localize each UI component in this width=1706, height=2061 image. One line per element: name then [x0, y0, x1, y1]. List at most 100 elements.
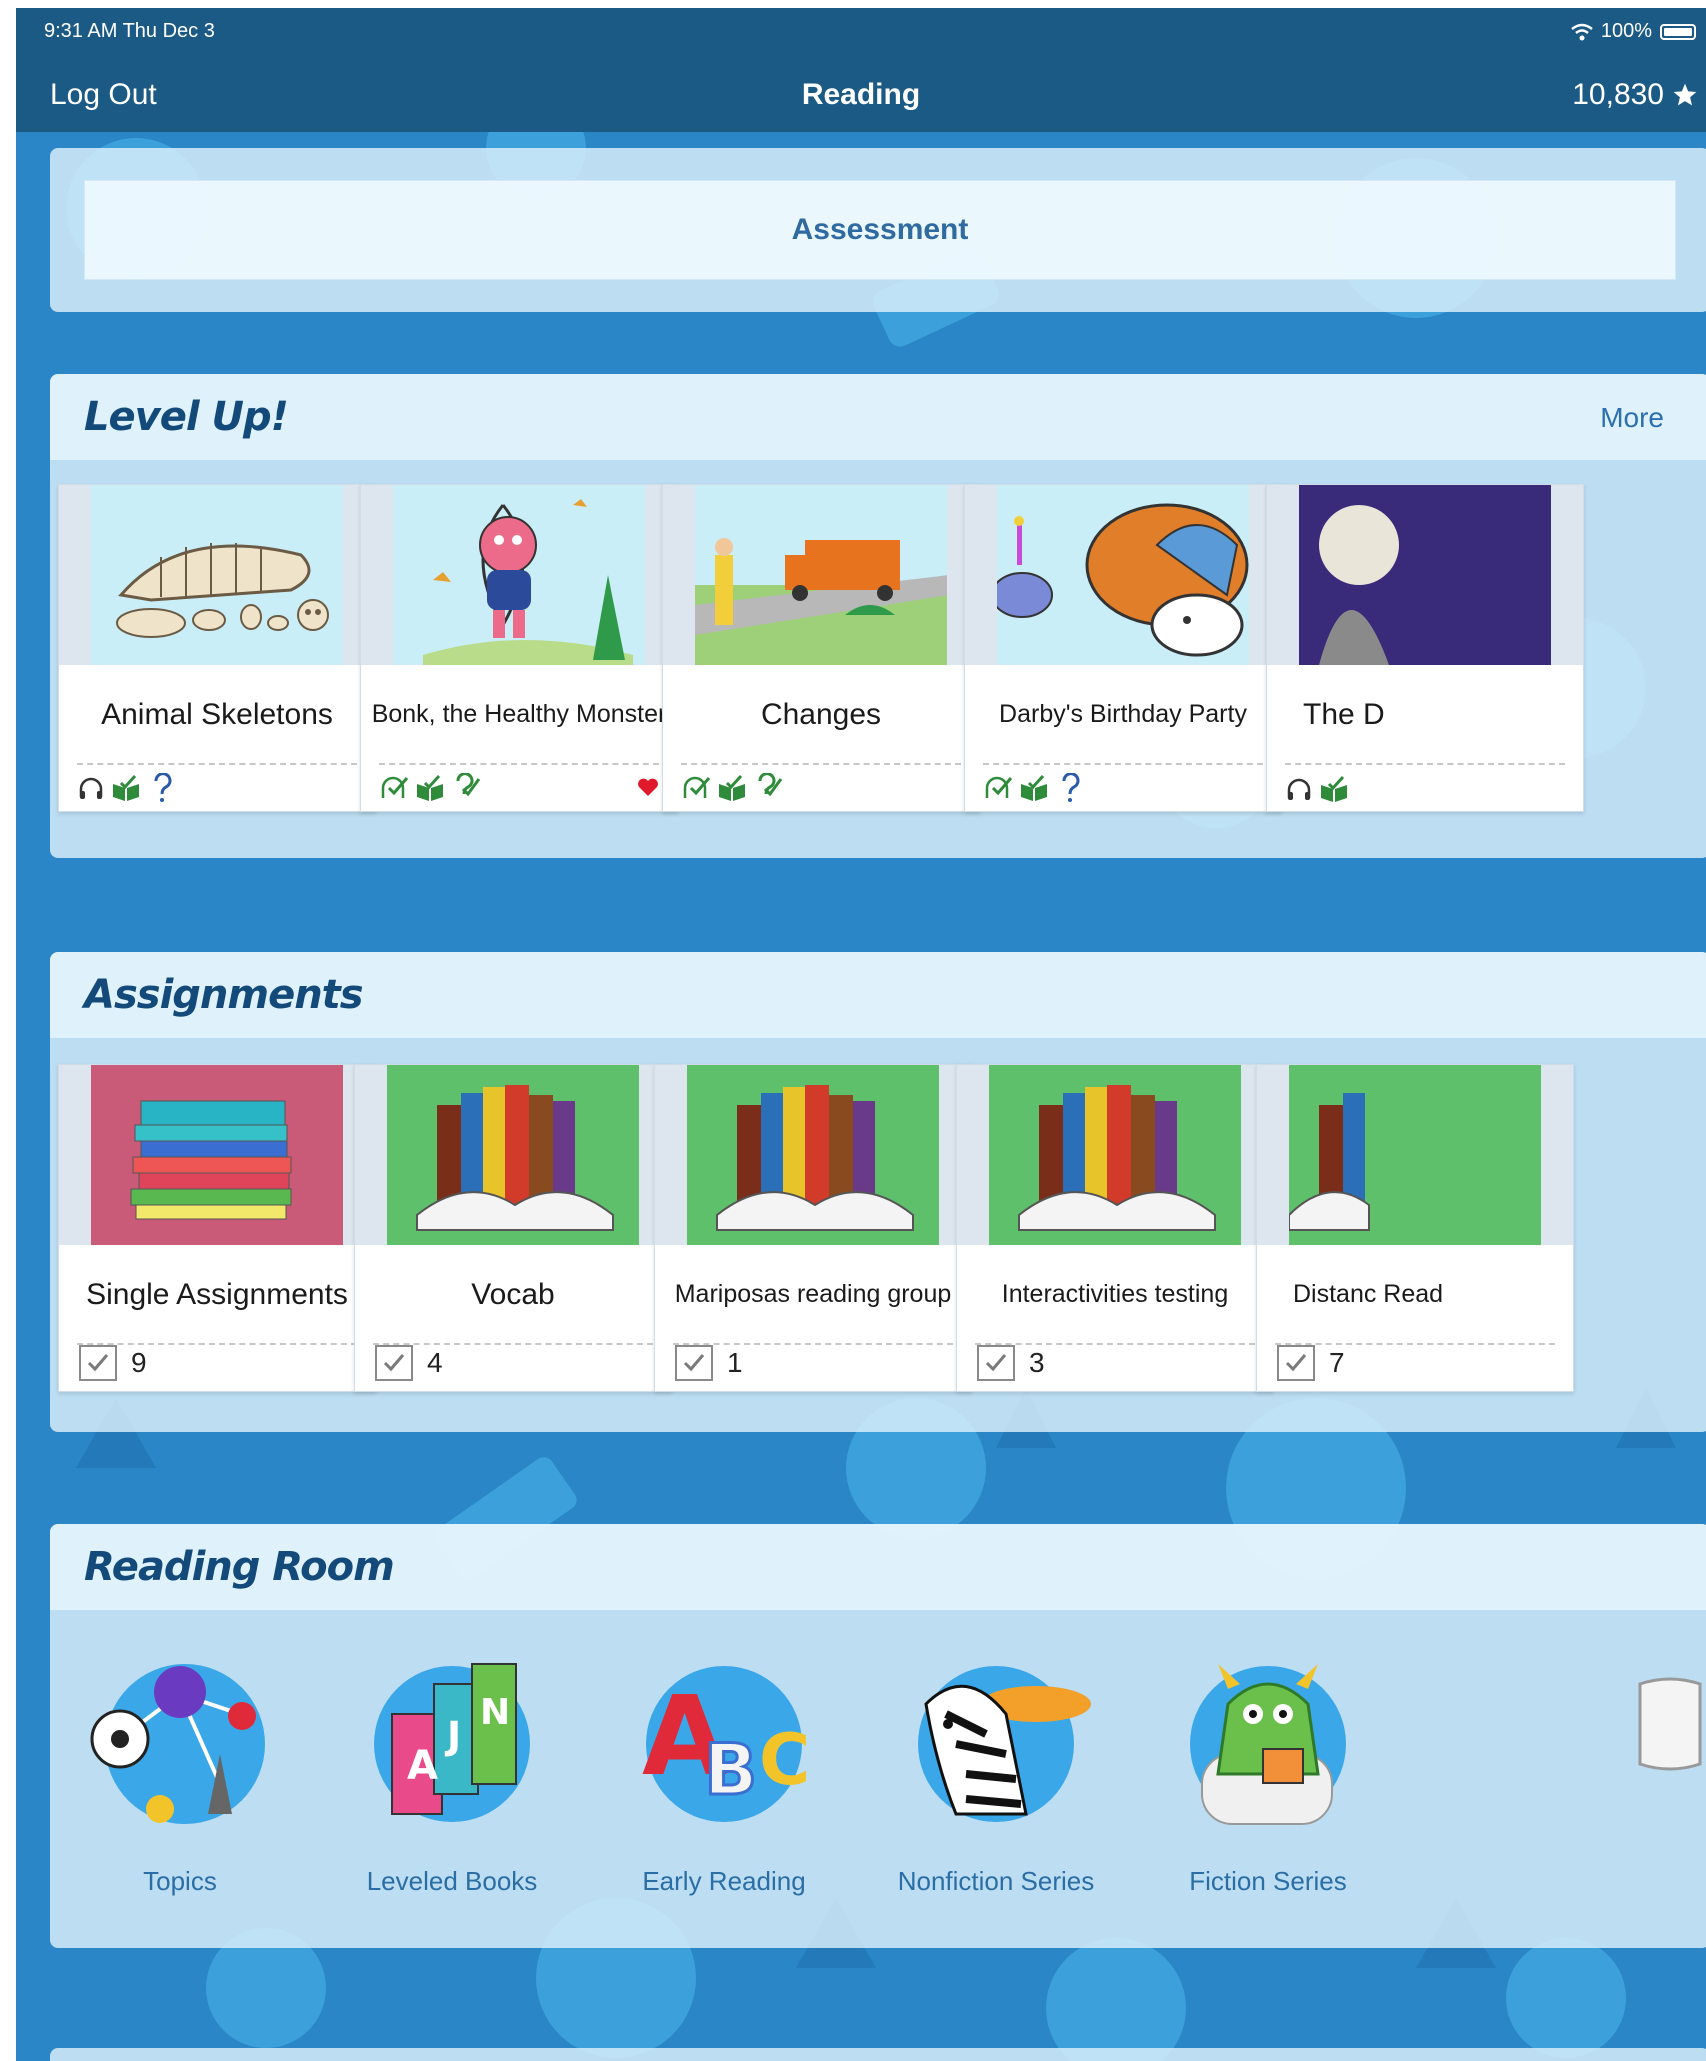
assignment-count-value: 4 — [427, 1347, 443, 1378]
book-activity-icons — [681, 773, 783, 803]
favorite-heart-icon[interactable] — [637, 777, 659, 797]
reading-room-label: Nonfiction Series — [897, 1866, 1095, 1896]
assignment-count: 7 — [1277, 1345, 1345, 1381]
reading-room-item-leveled-books[interactable]: A J N Leveled Books — [322, 1644, 582, 1914]
book-cover-darby — [997, 485, 1249, 665]
navigation-bar: 9:31 AM Thu Dec 3 100% Log Out Reading 1… — [16, 8, 1706, 132]
book-cover-changes — [695, 485, 947, 665]
book-activity-icons — [1285, 775, 1349, 803]
assignment-title: Distanc Read — [1293, 1279, 1444, 1308]
open-book-shelf-icon — [687, 1065, 939, 1245]
assignment-card[interactable]: Single Assignments 9 — [58, 1064, 376, 1392]
book-stack-icon — [91, 1065, 343, 1245]
battery-icon — [1660, 23, 1696, 40]
svg-text:A: A — [407, 1743, 438, 1789]
book-card[interactable]: Animal Skeletons — [58, 484, 376, 812]
reading-room-item-fiction-series[interactable]: Fiction Series — [1138, 1644, 1398, 1914]
assignment-count: 4 — [375, 1345, 443, 1381]
book-card[interactable]: The D — [1266, 484, 1584, 812]
reading-room-header: Reading Room — [50, 1524, 1706, 1610]
book-cover-animal-skeletons — [91, 485, 343, 665]
read-book-icon — [113, 774, 139, 801]
svg-text:C: C — [759, 1719, 810, 1801]
assignments-header: Assignments — [50, 952, 1706, 1038]
fiction-series-icon — [1190, 1664, 1346, 1825]
quiz-check-icon — [758, 773, 783, 797]
star-icon — [1673, 83, 1697, 106]
section-title: Assignments — [84, 972, 364, 1018]
quiz-icon — [1062, 773, 1080, 802]
assignment-card[interactable]: Mariposas reading group 1 — [654, 1064, 972, 1392]
reading-room-item-topics[interactable]: Topics — [50, 1644, 310, 1914]
read-book-icon — [417, 774, 443, 801]
assignment-count: 1 — [675, 1345, 743, 1381]
svg-text:N: N — [480, 1692, 510, 1733]
quiz-icon — [154, 773, 172, 802]
section-title: Reading Room — [84, 1544, 395, 1590]
open-book-shelf-icon — [387, 1065, 639, 1245]
nonfiction-series-icon — [918, 1666, 1091, 1822]
assignment-card[interactable]: Interactivities testing 3 — [956, 1064, 1274, 1392]
book-activity-icons — [983, 773, 1085, 803]
leveled-books-icon: A J N — [374, 1663, 530, 1822]
book-title: The D — [1303, 697, 1385, 731]
level-up-section: Level Up! More Animal Skeletons Bonk, th… — [50, 374, 1706, 858]
book-card[interactable]: Bonk, the Healthy Monster — [360, 484, 678, 812]
topics-icon — [90, 1664, 265, 1824]
assignments-section: Assignments Single Assignments 9 Vocab 4… — [50, 952, 1706, 1432]
book-activity-icons — [77, 773, 177, 803]
reading-room-item-early-reading[interactable]: A B C Early Reading — [594, 1644, 854, 1914]
reading-room-label: Po — [1670, 1866, 1706, 1897]
open-book-shelf-icon — [1289, 1065, 1541, 1245]
reading-room-item-partial[interactable]: Po — [1410, 1644, 1706, 1914]
read-book-icon — [1021, 774, 1047, 801]
book-card[interactable]: Darby's Birthday Party — [964, 484, 1282, 812]
listen-check-icon — [985, 776, 1013, 798]
reading-room-label: Topics — [143, 1866, 217, 1896]
assessment-button[interactable]: Assessment — [84, 180, 1676, 280]
assignment-count: 3 — [977, 1345, 1045, 1381]
next-section-edge — [50, 2048, 1706, 2061]
listen-check-icon — [683, 776, 711, 798]
read-book-icon — [1321, 775, 1347, 802]
book-title: Animal Skeletons — [101, 697, 333, 731]
open-book-shelf-icon — [989, 1065, 1241, 1245]
checkbox-icon — [1277, 1345, 1315, 1381]
read-book-icon — [719, 774, 745, 801]
reading-room-label: Fiction Series — [1189, 1866, 1347, 1896]
points-counter[interactable]: 10,830 — [1572, 78, 1698, 112]
listen-check-icon — [381, 776, 409, 798]
headphones-icon — [79, 777, 103, 799]
assignment-title: Interactivities testing — [1001, 1279, 1229, 1308]
assignment-title: Mariposas reading group — [674, 1279, 952, 1308]
assignment-count-value: 7 — [1329, 1347, 1345, 1378]
assessment-panel: Assessment — [50, 148, 1706, 312]
assignment-count-value: 1 — [727, 1347, 743, 1378]
status-indicators: 100% — [1571, 20, 1696, 43]
more-link[interactable]: More — [1600, 402, 1664, 434]
page-title: Reading — [801, 78, 921, 111]
svg-text:J: J — [444, 1714, 461, 1758]
battery-percent: 100% — [1600, 20, 1652, 42]
app-screen: 9:31 AM Thu Dec 3 100% Log Out Reading 1… — [16, 8, 1706, 2061]
assignment-title: Single Assignments — [86, 1277, 348, 1311]
book-title: Darby's Birthday Party — [999, 699, 1247, 728]
early-reading-icon: A B C — [642, 1666, 810, 1822]
book-card[interactable]: Changes — [662, 484, 980, 812]
reading-room-item-nonfiction-series[interactable]: Nonfiction Series — [866, 1644, 1126, 1914]
checkbox-icon — [79, 1345, 117, 1381]
status-time: 9:31 AM Thu Dec 3 — [44, 20, 215, 42]
wifi-icon — [1571, 23, 1593, 40]
checkbox-icon — [675, 1345, 713, 1381]
assignment-card[interactable]: Vocab 4 — [354, 1064, 672, 1392]
assignment-count-value: 3 — [1029, 1347, 1045, 1378]
quiz-check-icon — [456, 773, 481, 797]
section-title: Level Up! — [84, 394, 289, 440]
level-up-header: Level Up! More — [50, 374, 1706, 460]
svg-text:B: B — [704, 1729, 757, 1811]
reading-room-label: Leveled Books — [366, 1866, 538, 1896]
assignment-card[interactable]: Distanc Read 7 — [1256, 1064, 1574, 1392]
headphones-icon — [1287, 778, 1311, 800]
checkbox-icon — [375, 1345, 413, 1381]
reading-room-label: Early Reading — [642, 1866, 806, 1896]
